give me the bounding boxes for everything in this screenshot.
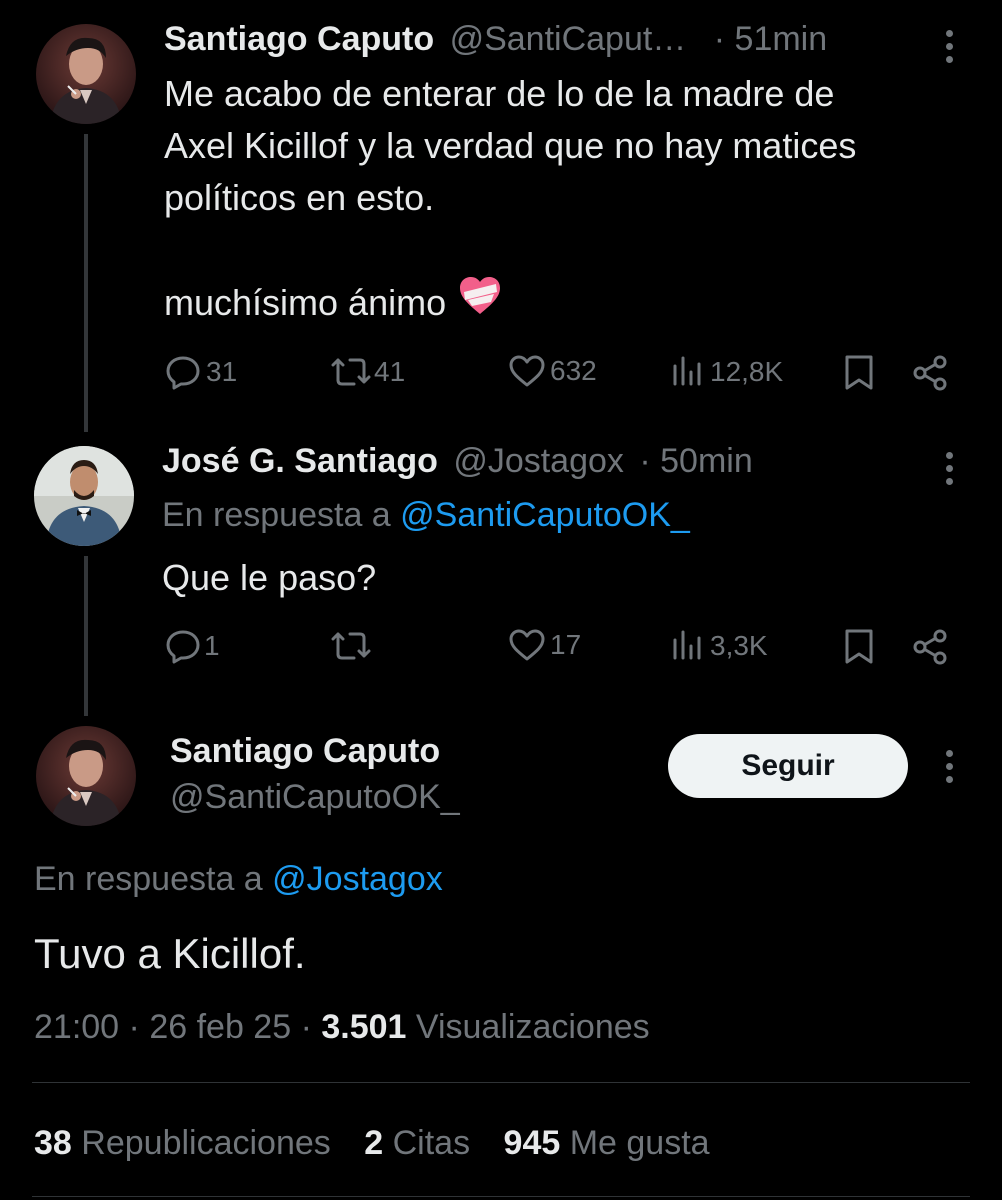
share-button[interactable] (910, 628, 950, 666)
retweet-button[interactable]: 41 (330, 354, 405, 390)
thread-line (84, 134, 88, 432)
reply-context-mention[interactable]: @Jostagox (272, 860, 443, 898)
more-options-icon[interactable] (944, 452, 954, 491)
retweet-icon (330, 628, 374, 664)
share-button[interactable] (910, 354, 950, 392)
quotes-count: 2 (364, 1124, 384, 1162)
bookmark-button[interactable] (842, 628, 876, 666)
tweet-time[interactable]: · 50min (639, 442, 752, 480)
like-button[interactable]: 632 (508, 354, 597, 388)
more-options-icon[interactable] (944, 30, 954, 69)
author-handle[interactable]: @SantiCaput… (450, 20, 687, 58)
views-button[interactable]: 3,3K (670, 628, 768, 664)
tweet-text-line: políticos en esto. (164, 177, 435, 218)
views-icon (670, 628, 706, 664)
mending-heart-icon (458, 276, 502, 330)
heart-icon (508, 628, 546, 662)
heart-icon (508, 354, 546, 388)
author-name[interactable]: Santiago Caputo (170, 732, 440, 771)
bookmark-icon (842, 628, 876, 666)
tweet-date[interactable]: 26 feb 25 (149, 1008, 291, 1046)
divider (32, 1196, 970, 1197)
avatar[interactable] (34, 446, 134, 546)
views-count: 3,3K (710, 630, 768, 661)
reposts-label: Republicaciones (81, 1124, 331, 1162)
reposts-stat[interactable]: 38 Republicaciones (34, 1124, 340, 1162)
tweet-text-line: Axel Kicillof y la verdad que no hay mat… (164, 125, 857, 166)
reply-button[interactable]: 31 (164, 354, 237, 390)
reposts-count: 38 (34, 1124, 72, 1162)
tweet-time[interactable]: 21:00 (34, 1008, 119, 1046)
retweet-count: 41 (374, 356, 406, 387)
share-icon (910, 354, 950, 392)
author-handle[interactable]: @SantiCaputoOK_ (170, 778, 460, 817)
tweet-text: Tuvo a Kicillof. (34, 930, 306, 977)
views-count: 3.501 (321, 1008, 407, 1046)
views-icon (670, 354, 706, 390)
likes-stat[interactable]: 945 Me gusta (504, 1124, 710, 1162)
reply-context-mention[interactable]: @SantiCaputoOK_ (400, 496, 690, 534)
follow-button[interactable]: Seguir (668, 734, 908, 798)
likes-label: Me gusta (569, 1124, 710, 1162)
avatar[interactable] (36, 726, 136, 826)
like-count: 17 (550, 629, 582, 660)
reply-button[interactable]: 1 (164, 628, 220, 664)
views-count: 12,8K (710, 356, 784, 387)
bookmark-button[interactable] (842, 354, 876, 392)
author-name[interactable]: José G. Santiago (162, 442, 438, 480)
quotes-stat[interactable]: 2 Citas (364, 1124, 479, 1162)
thread-line (84, 556, 88, 716)
more-options-icon[interactable] (944, 750, 954, 789)
retweet-icon (330, 354, 374, 390)
author-handle[interactable]: @Jostagox (453, 442, 624, 480)
views-button[interactable]: 12,8K (670, 354, 783, 390)
tweet-text: Que le paso? (162, 557, 377, 598)
retweet-button[interactable] (330, 628, 374, 664)
avatar[interactable] (36, 24, 136, 124)
views-label: Visualizaciones (415, 1008, 650, 1046)
author-name[interactable]: Santiago Caputo (164, 20, 434, 58)
share-icon (910, 628, 950, 666)
separator: · (128, 1008, 140, 1046)
reply-icon (164, 354, 202, 390)
reply-count: 1 (204, 630, 220, 661)
separator: · (300, 1008, 312, 1046)
bookmark-icon (842, 354, 876, 392)
reply-icon (164, 628, 202, 664)
likes-count: 945 (503, 1124, 561, 1162)
reply-context-label: En respuesta a (162, 496, 391, 534)
reply-context-label: En respuesta a (34, 860, 263, 898)
like-button[interactable]: 17 (508, 628, 581, 662)
tweet-time[interactable]: · 51min (714, 20, 827, 58)
tweet-text: Me acabo de enterar de lo de la madre de… (164, 68, 856, 224)
quotes-label: Citas (392, 1124, 471, 1162)
like-count: 632 (550, 355, 597, 386)
divider (32, 1082, 970, 1083)
tweet-text-line: Me acabo de enterar de lo de la madre de (164, 73, 835, 114)
reply-count: 31 (206, 356, 238, 387)
tweet-text-line: muchísimo ánimo (164, 282, 447, 323)
